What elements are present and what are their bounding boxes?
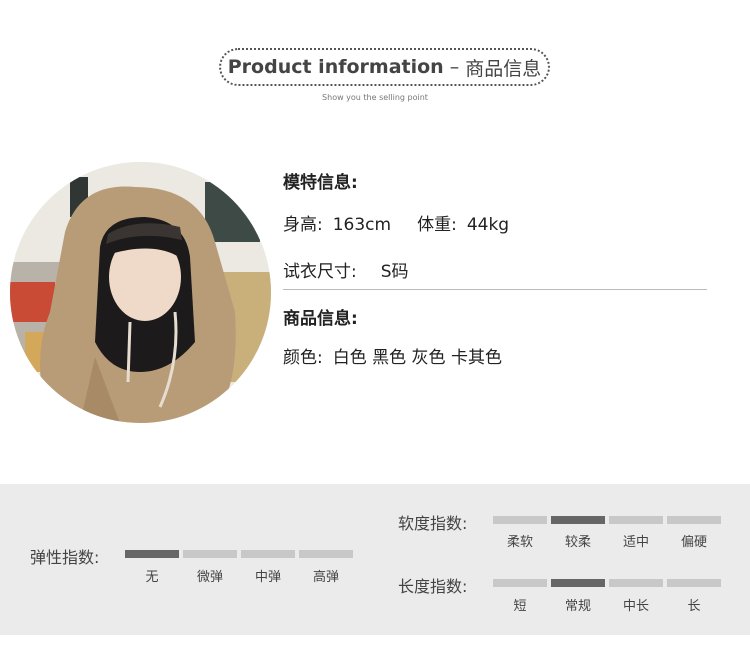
product-colors: 颜色: 白色 黑色 灰色 卡其色 [283, 343, 502, 368]
softness-option-4: 偏硬 [680, 535, 707, 550]
softness-option-3: 适中 [622, 535, 649, 550]
model-size: 试衣尺寸: S码 [283, 257, 409, 282]
elasticity-option-1: 无 [145, 570, 159, 585]
header-title-en: Product information [227, 56, 444, 78]
length-option-4: 长 [687, 599, 701, 614]
length-bar-2 [551, 579, 605, 587]
softness-bar-3 [609, 516, 663, 524]
model-measurements: 身高: 163cm 体重: 44kg [283, 210, 509, 235]
length-bar-3 [609, 579, 663, 587]
weight-label: 体重: [417, 215, 457, 235]
softness-label: 软度指数: [398, 514, 468, 533]
length-label: 长度指数: [398, 577, 468, 596]
softness-bar-1 [493, 516, 547, 524]
softness-bar-2 [551, 516, 605, 524]
model-photo-illustration [10, 162, 271, 423]
elasticity-option-4: 高弹 [312, 570, 339, 585]
length-bar-4 [667, 579, 721, 587]
elasticity-option-3: 中弹 [254, 570, 281, 585]
weight-value: 44kg [466, 215, 510, 235]
length-option-1: 短 [513, 599, 527, 614]
size-value: S码 [380, 262, 409, 282]
elasticity-bar-4 [299, 550, 353, 558]
elasticity-option-2: 微弹 [196, 570, 223, 585]
header-dash: – [449, 56, 460, 78]
length-option-3: 中长 [622, 599, 649, 614]
softness-bar-4 [667, 516, 721, 524]
size-label: 试衣尺寸: [283, 262, 357, 282]
model-photo [10, 162, 271, 423]
header-title-cn: 商品信息 [465, 57, 542, 80]
elasticity-bar-3 [241, 550, 295, 558]
height-label: 身高: [283, 215, 323, 235]
elasticity-bar-2 [183, 550, 237, 558]
model-section-title: 模特信息: [283, 173, 358, 193]
color-label: 颜色: [283, 348, 323, 368]
header-pill: Product information – 商品信息 [219, 48, 550, 86]
height-value: 163cm [332, 215, 392, 235]
length-option-2: 常规 [564, 599, 591, 614]
section-divider [283, 289, 707, 290]
elasticity-label: 弹性指数: [30, 548, 100, 567]
product-section-title: 商品信息: [283, 309, 358, 329]
header-subtitle: Show you the selling point [322, 93, 428, 102]
length-bar-1 [493, 579, 547, 587]
elasticity-bar-1 [125, 550, 179, 558]
softness-option-2: 较柔 [564, 535, 591, 550]
color-values: 白色 黑色 灰色 卡其色 [332, 348, 502, 368]
softness-option-1: 柔软 [506, 535, 533, 550]
